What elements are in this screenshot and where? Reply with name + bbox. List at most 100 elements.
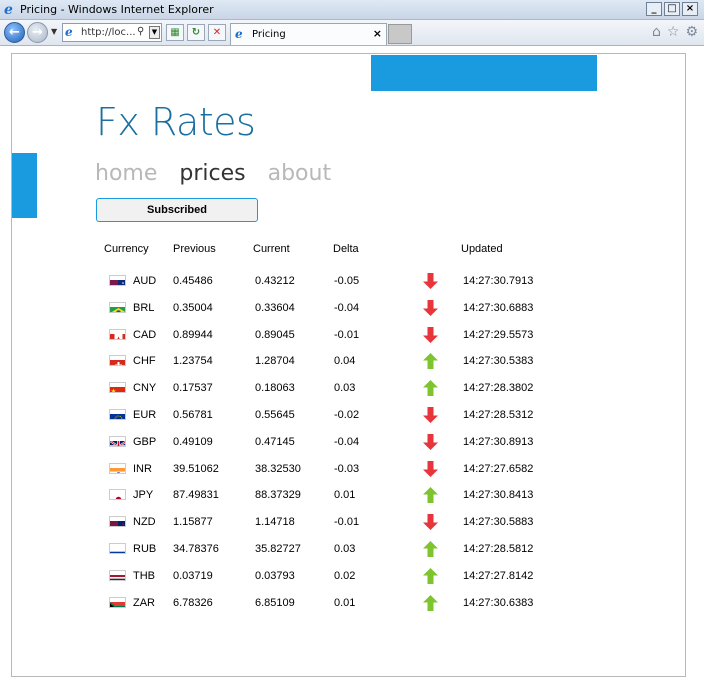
previous-rate: 0.45486 bbox=[173, 275, 213, 287]
settings-gear-icon[interactable]: ⚙ bbox=[685, 23, 698, 41]
address-text[interactable]: http://loc... bbox=[81, 27, 136, 39]
tab-page-icon: e bbox=[235, 27, 243, 41]
back-button[interactable]: ← bbox=[4, 22, 25, 43]
tab-close-icon[interactable]: × bbox=[373, 27, 382, 41]
currency-code: CHF bbox=[133, 355, 156, 368]
window-title: Pricing - Windows Internet Explorer bbox=[20, 3, 214, 16]
app-title: Fx Rates bbox=[96, 100, 256, 144]
updated-time: 14:27:30.8413 bbox=[463, 489, 534, 502]
previous-rate: 0.17537 bbox=[173, 382, 213, 395]
jp-flag-icon bbox=[109, 489, 126, 501]
minimize-button[interactable]: _ bbox=[646, 2, 662, 16]
delta-value: 0.01 bbox=[334, 489, 356, 502]
updated-time: 14:27:30.5383 bbox=[463, 355, 534, 368]
current-rate: 0.03793 bbox=[255, 569, 295, 582]
nav-home[interactable]: home bbox=[95, 160, 157, 188]
previous-rate: 39.51062 bbox=[173, 462, 219, 475]
favorites-star-icon[interactable]: ☆ bbox=[667, 23, 680, 41]
currency-code: RUB bbox=[133, 543, 157, 555]
previous-rate: 0.35004 bbox=[173, 301, 213, 314]
nz-flag-icon bbox=[109, 516, 126, 528]
current-rate: 35.82727 bbox=[255, 543, 301, 555]
forward-button[interactable]: → bbox=[27, 22, 48, 43]
in-flag-icon bbox=[109, 462, 126, 474]
updated-time: 14:27:30.7913 bbox=[463, 275, 534, 287]
down-arrow-icon bbox=[423, 299, 438, 316]
ie-logo-icon: e bbox=[4, 2, 13, 18]
table-row: THB 0.03719 0.03793 0.02 14:27:27.8142 bbox=[98, 567, 558, 596]
accent-bar-top bbox=[371, 55, 597, 91]
up-arrow-icon bbox=[423, 353, 438, 370]
delta-value: 0.03 bbox=[334, 543, 356, 555]
table-row: CAD 0.89944 0.89045 -0.01 14:27:29.5573 bbox=[98, 326, 558, 355]
app-navigation: home prices about bbox=[95, 160, 331, 188]
history-dropdown-icon[interactable]: ▼ bbox=[51, 27, 57, 36]
currency-code: GBP bbox=[133, 435, 157, 448]
accent-bar-left bbox=[12, 153, 37, 218]
cn-flag-icon bbox=[109, 382, 126, 394]
currency-code: ZAR bbox=[133, 596, 155, 609]
currency-code: CAD bbox=[133, 328, 157, 341]
delta-value: -0.05 bbox=[334, 275, 360, 287]
current-rate: 88.37329 bbox=[255, 489, 301, 502]
updated-time: 14:27:28.3802 bbox=[463, 382, 534, 395]
delta-value: -0.01 bbox=[334, 328, 360, 341]
table-row: JPY 87.49831 88.37329 0.01 14:27:30.8413 bbox=[98, 487, 558, 515]
address-dropdown-icon[interactable]: ▼ bbox=[149, 26, 160, 39]
za-flag-icon bbox=[109, 596, 126, 608]
tab-pricing[interactable]: e Pricing × bbox=[230, 23, 387, 45]
down-arrow-icon bbox=[423, 326, 438, 343]
header-updated: Updated bbox=[461, 243, 503, 255]
address-bar[interactable]: e http://loc... ⚲ ▼ bbox=[62, 23, 162, 42]
nav-prices[interactable]: prices bbox=[179, 160, 245, 188]
header-previous: Previous bbox=[173, 243, 216, 255]
stop-button[interactable]: ✕ bbox=[208, 24, 226, 41]
currency-code: INR bbox=[133, 462, 152, 475]
table-row: AUD 0.45486 0.43212 -0.05 14:27:30.7913 bbox=[98, 273, 558, 301]
current-rate: 0.47145 bbox=[255, 435, 295, 448]
compatibility-view-button[interactable]: ▦ bbox=[166, 24, 184, 41]
nav-about[interactable]: about bbox=[268, 160, 331, 188]
currency-code: EUR bbox=[133, 409, 157, 421]
delta-value: -0.04 bbox=[334, 301, 360, 314]
page-icon: e bbox=[65, 25, 73, 39]
eu-flag-icon bbox=[109, 409, 126, 420]
new-tab-button[interactable] bbox=[388, 24, 412, 44]
delta-value: -0.02 bbox=[334, 409, 360, 421]
delta-value: 0.01 bbox=[334, 596, 356, 609]
current-rate: 0.43212 bbox=[255, 275, 295, 287]
header-delta: Delta bbox=[333, 243, 359, 255]
delta-value: -0.01 bbox=[334, 516, 360, 529]
browser-right-icons: ⌂ ☆ ⚙ bbox=[652, 23, 698, 41]
home-icon[interactable]: ⌂ bbox=[652, 23, 661, 41]
currency-code: CNY bbox=[133, 382, 157, 395]
down-arrow-icon bbox=[423, 407, 438, 423]
down-arrow-icon bbox=[423, 460, 438, 477]
refresh-button[interactable]: ↻ bbox=[187, 24, 205, 41]
up-arrow-icon bbox=[423, 567, 438, 584]
delta-value: 0.02 bbox=[334, 569, 356, 582]
previous-rate: 0.56781 bbox=[173, 409, 213, 421]
current-rate: 6.85109 bbox=[255, 596, 295, 609]
updated-time: 14:27:28.5812 bbox=[463, 543, 534, 555]
table-row: CNY 0.17537 0.18063 0.03 14:27:28.3802 bbox=[98, 380, 558, 408]
search-icon[interactable]: ⚲ bbox=[137, 26, 144, 37]
currency-code: THB bbox=[133, 569, 155, 582]
browser-toolbar: ← → ▼ e http://loc... ⚲ ▼ ▦ ↻ ✕ e Pricin… bbox=[0, 20, 704, 46]
up-arrow-icon bbox=[423, 541, 438, 557]
window-controls: _ □ × bbox=[646, 2, 698, 16]
close-window-button[interactable]: × bbox=[682, 2, 698, 16]
down-arrow-icon bbox=[423, 514, 438, 531]
header-currency: Currency bbox=[104, 243, 149, 255]
currency-code: NZD bbox=[133, 516, 156, 529]
table-row: RUB 34.78376 35.82727 0.03 14:27:28.5812 bbox=[98, 541, 558, 569]
updated-time: 14:27:30.6383 bbox=[463, 596, 534, 609]
updated-time: 14:27:27.8142 bbox=[463, 569, 534, 582]
table-row: EUR 0.56781 0.55645 -0.02 14:27:28.5312 bbox=[98, 407, 558, 435]
delta-value: 0.04 bbox=[334, 355, 356, 368]
currency-code: BRL bbox=[133, 301, 155, 314]
ca-flag-icon bbox=[109, 328, 126, 340]
maximize-button[interactable]: □ bbox=[664, 2, 680, 16]
subscribe-button[interactable]: Subscribed bbox=[96, 198, 258, 222]
delta-value: -0.03 bbox=[334, 462, 360, 475]
